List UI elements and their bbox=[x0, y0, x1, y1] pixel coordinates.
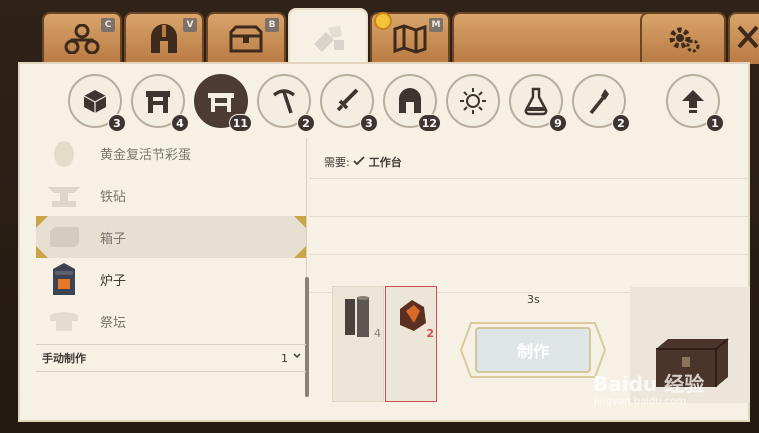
anvil-icon bbox=[44, 178, 84, 212]
tab-equipment[interactable]: V bbox=[124, 12, 204, 64]
furnace-icon bbox=[146, 91, 170, 113]
category-blocks[interactable]: 3 bbox=[68, 74, 126, 132]
category-stations[interactable]: 4 bbox=[131, 74, 189, 132]
upgrade-arrow-icon bbox=[682, 90, 704, 113]
golden-egg-icon bbox=[44, 136, 84, 170]
chevron-down-icon[interactable] bbox=[292, 351, 302, 361]
category-count: 9 bbox=[549, 114, 567, 132]
watermark-url: jingyan.baidu.com bbox=[594, 396, 687, 407]
recipe-list-scrollbar[interactable] bbox=[305, 277, 309, 397]
recipe-item-anvil[interactable]: 铁砧 bbox=[36, 174, 306, 216]
map-icon bbox=[390, 22, 430, 56]
helmet-icon bbox=[144, 22, 184, 56]
required-station: 工作台 bbox=[368, 156, 402, 169]
chest-icon bbox=[226, 22, 266, 56]
potion-icon bbox=[524, 87, 548, 116]
torch-icon bbox=[589, 89, 609, 115]
sword-icon bbox=[336, 88, 359, 112]
hotkey-badge: B bbox=[265, 18, 279, 32]
close-icon bbox=[736, 24, 759, 54]
workbench-icon bbox=[208, 93, 234, 112]
watermark-logo: Baidu 经验 bbox=[593, 372, 705, 396]
category-count: 1 bbox=[706, 114, 724, 132]
tab-crafting[interactable] bbox=[288, 8, 368, 68]
selection-corner-icon bbox=[36, 246, 48, 258]
sparkle-icon bbox=[460, 88, 486, 114]
category-bar: 3 4 11 2 3 12 9 2 1 bbox=[20, 64, 752, 140]
altar-icon bbox=[44, 304, 84, 338]
tab-map[interactable]: M bbox=[370, 12, 450, 64]
craft-time: 3s bbox=[527, 293, 540, 306]
recipe-name: 黄金复活节彩蛋 bbox=[100, 147, 192, 163]
selection-corner-icon bbox=[36, 216, 48, 228]
category-tools[interactable]: 2 bbox=[257, 74, 315, 132]
star-notification-icon bbox=[374, 12, 392, 30]
tab-inventory[interactable]: B bbox=[206, 12, 286, 64]
category-count: 3 bbox=[108, 114, 126, 132]
craft-quantity: 1 bbox=[281, 351, 288, 365]
copper-ore-icon bbox=[400, 300, 426, 331]
settings-button[interactable] bbox=[640, 12, 726, 64]
material-count: 4 bbox=[374, 327, 381, 340]
hotkey-badge: M bbox=[429, 18, 443, 32]
recipe-name: 铁砧 bbox=[100, 189, 127, 205]
craft-button-label-box: 制作 bbox=[475, 327, 591, 373]
category-count: 2 bbox=[297, 114, 315, 132]
close-button[interactable] bbox=[728, 12, 759, 64]
requirement-label: 需要: bbox=[324, 156, 350, 169]
recipe-item-golden-easter-egg[interactable]: 黄金复活节彩蛋 bbox=[36, 132, 306, 174]
category-count: 4 bbox=[171, 114, 189, 132]
category-count: 11 bbox=[228, 114, 252, 132]
craft-label: 制作 bbox=[516, 342, 549, 361]
category-upgrades[interactable]: 1 bbox=[666, 74, 724, 132]
checkmark-icon bbox=[353, 156, 365, 166]
crafting-icon bbox=[308, 22, 348, 56]
wood-log-icon bbox=[345, 296, 369, 337]
recipe-item-altar[interactable]: 祭坛 bbox=[36, 300, 306, 342]
pickaxe-icon bbox=[272, 89, 296, 114]
tab-bar: C V B M bbox=[28, 4, 759, 68]
craft-button[interactable]: 制作 bbox=[457, 317, 609, 383]
skills-tree-icon bbox=[62, 22, 102, 56]
category-weapons[interactable]: 3 bbox=[320, 74, 378, 132]
recipe-item-chest[interactable]: 箱子 bbox=[36, 216, 306, 258]
material-slot-wood[interactable]: 4 bbox=[332, 286, 384, 402]
tab-skills[interactable]: C bbox=[42, 12, 122, 64]
tab-empty bbox=[452, 12, 652, 64]
category-light[interactable] bbox=[446, 74, 500, 128]
game-window: C V B M 3 4 11 2 3 12 9 2 1 黄金复活节彩蛋 铁砧 箱… bbox=[0, 0, 759, 433]
hotkey-badge: V bbox=[183, 18, 197, 32]
block-icon bbox=[83, 90, 107, 113]
category-misc[interactable]: 2 bbox=[572, 74, 630, 132]
category-count: 3 bbox=[360, 114, 378, 132]
gear-icon bbox=[663, 22, 703, 56]
recipe-name: 祭坛 bbox=[100, 315, 127, 331]
category-furniture[interactable]: 11 bbox=[194, 74, 252, 132]
material-slot-copper-ore[interactable]: 2 bbox=[385, 286, 437, 402]
category-count: 2 bbox=[612, 114, 630, 132]
recipe-name: 箱子 bbox=[100, 231, 127, 247]
recipe-list[interactable]: 黄金复活节彩蛋 铁砧 箱子 炉子 祭坛 bbox=[36, 138, 307, 344]
category-count: 12 bbox=[417, 114, 441, 132]
category-potions[interactable]: 9 bbox=[509, 74, 567, 132]
recipe-item-furnace[interactable]: 炉子 bbox=[36, 258, 306, 300]
recipe-name: 炉子 bbox=[100, 273, 127, 289]
helmet-icon bbox=[399, 88, 421, 113]
manual-craft-label: 手动制作 bbox=[42, 352, 86, 365]
hotkey-badge: C bbox=[101, 18, 115, 32]
furnace-icon bbox=[44, 262, 84, 296]
category-armor[interactable]: 12 bbox=[383, 74, 441, 132]
selection-corner-icon bbox=[294, 246, 306, 258]
selection-corner-icon bbox=[294, 216, 306, 228]
requirement-row: 需要: 工作台 bbox=[324, 154, 402, 170]
manual-craft-row[interactable]: 手动制作 1 bbox=[36, 344, 306, 372]
material-count: 2 bbox=[426, 327, 434, 340]
chest-icon bbox=[44, 220, 84, 254]
